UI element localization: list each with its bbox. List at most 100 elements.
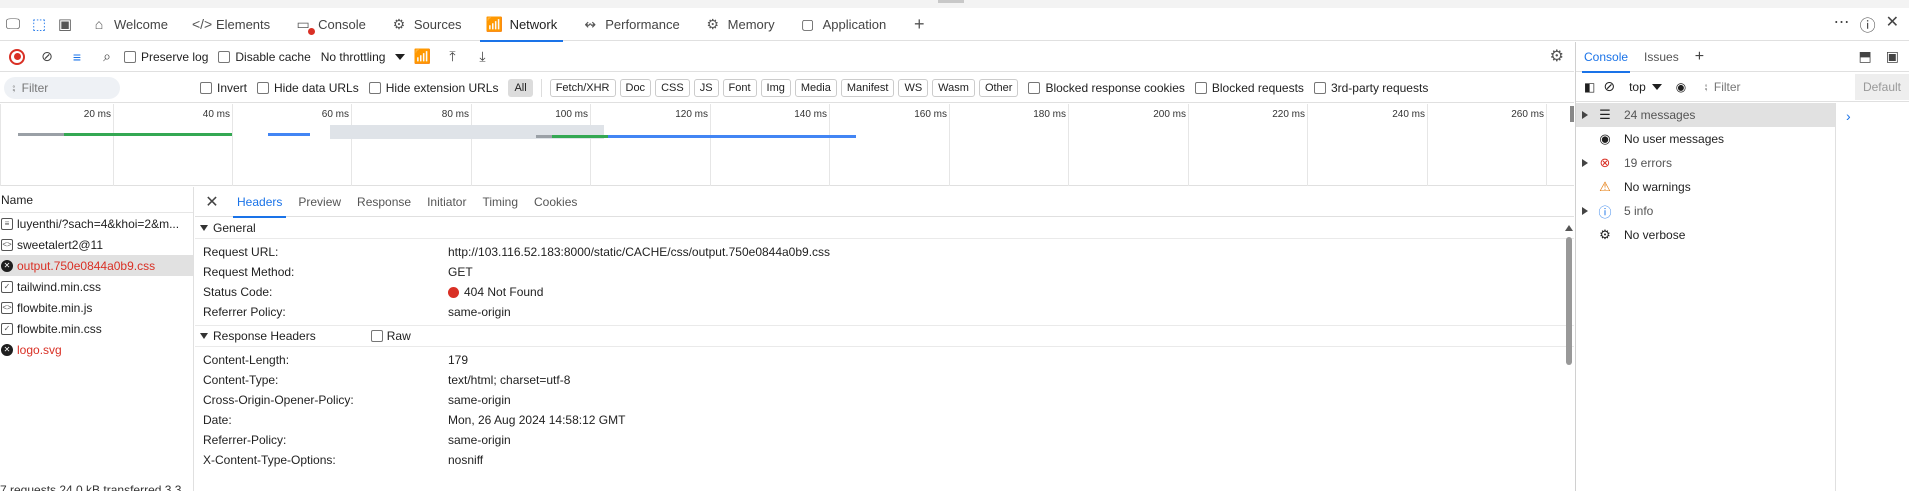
type-filter-all[interactable]: All bbox=[508, 78, 533, 97]
raw-checkbox[interactable]: Raw bbox=[370, 329, 411, 343]
checkbox-box[interactable] bbox=[124, 50, 136, 63]
type-filter-font[interactable]: Font bbox=[722, 78, 757, 97]
clear-icon[interactable]: ⊘ bbox=[34, 45, 60, 69]
dock-side-icon[interactable]: ▣ bbox=[52, 11, 78, 37]
sidebar-item-user-messages[interactable]: ◉ No user messages bbox=[1576, 127, 1835, 151]
network-settings-gear-icon[interactable]: ⚙ bbox=[1550, 46, 1564, 66]
log-levels-select[interactable]: Default bbox=[1854, 73, 1909, 100]
timeline-scroll-handle[interactable] bbox=[1570, 106, 1574, 122]
tab-application[interactable]: ▢ Application bbox=[787, 8, 899, 41]
general-section-header[interactable]: General bbox=[195, 217, 1574, 239]
sidebar-item-messages[interactable]: ☰ 24 messages bbox=[1576, 103, 1835, 127]
expand-arrow-icon[interactable] bbox=[1582, 207, 1588, 215]
tab-initiator[interactable]: Initiator bbox=[419, 187, 474, 217]
tab-welcome[interactable]: ⌂ Welcome bbox=[78, 8, 180, 41]
close-devtools-icon[interactable]: ✕ bbox=[1886, 12, 1899, 36]
tab-console-drawer[interactable]: Console bbox=[1576, 42, 1636, 73]
type-filter-ws[interactable]: WS bbox=[898, 78, 929, 97]
console-prompt-chevron-icon[interactable]: › bbox=[1846, 108, 1851, 124]
type-filter-css[interactable]: CSS bbox=[655, 78, 690, 97]
more-options-icon[interactable]: ⋯ bbox=[1834, 12, 1850, 36]
checkbox-box[interactable] bbox=[257, 81, 270, 94]
tab-timing[interactable]: Timing bbox=[474, 187, 526, 217]
network-conditions-icon[interactable]: 📶 bbox=[409, 45, 435, 69]
checkbox-box[interactable] bbox=[370, 330, 383, 342]
expand-arrow-icon[interactable] bbox=[1582, 159, 1588, 167]
tab-console[interactable]: ▭ Console bbox=[282, 8, 378, 41]
scroll-up-icon[interactable] bbox=[1565, 225, 1573, 231]
close-details-icon[interactable]: ✕ bbox=[195, 192, 229, 212]
network-overview-timeline[interactable]: 20 ms 40 ms 60 ms 80 ms 100 ms 120 ms 14… bbox=[0, 104, 1574, 186]
request-row[interactable]: ✓ flowbite.min.css bbox=[0, 318, 193, 339]
response-headers-section-header[interactable]: Response Headers Raw bbox=[195, 325, 1574, 347]
details-scrollbar[interactable] bbox=[1564, 225, 1574, 491]
type-filter-wasm[interactable]: Wasm bbox=[932, 78, 975, 97]
request-row[interactable]: ✕ logo.svg bbox=[0, 339, 193, 360]
hide-extension-urls-checkbox[interactable]: Hide extension URLs bbox=[368, 81, 498, 95]
hide-data-urls-checkbox[interactable]: Hide data URLs bbox=[257, 81, 359, 95]
tab-memory[interactable]: ⚙ Memory bbox=[692, 8, 787, 41]
request-row[interactable]: <> sweetalert2@11 bbox=[0, 234, 193, 255]
checkbox-box[interactable] bbox=[218, 50, 231, 63]
context-select[interactable]: top bbox=[1623, 80, 1668, 94]
type-filter-img[interactable]: Img bbox=[760, 78, 791, 97]
import-har-icon[interactable]: ⤒ bbox=[439, 45, 465, 69]
sidebar-item-warnings[interactable]: ⚠ No warnings bbox=[1576, 175, 1835, 199]
type-filter-fetch-xhr[interactable]: Fetch/XHR bbox=[549, 78, 616, 97]
export-har-icon[interactable]: ⤓ bbox=[469, 45, 495, 69]
tab-performance[interactable]: ↭ Performance bbox=[569, 8, 691, 41]
name-column-header[interactable]: Name bbox=[0, 187, 193, 213]
scroll-thumb[interactable] bbox=[1566, 237, 1572, 365]
type-filter-manifest[interactable]: Manifest bbox=[840, 78, 895, 97]
request-row[interactable]: ✕ output.750e0844a0b9.css bbox=[0, 255, 193, 276]
console-filter-input[interactable]: ⨟ Filter bbox=[1704, 79, 1814, 94]
preserve-log-checkbox[interactable]: Preserve log bbox=[124, 50, 208, 64]
type-filter-doc[interactable]: Doc bbox=[619, 78, 652, 97]
checkbox-box[interactable] bbox=[368, 81, 381, 94]
invert-checkbox[interactable]: Invert bbox=[200, 81, 247, 95]
checkbox-box[interactable] bbox=[1028, 81, 1041, 94]
checkbox-box[interactable] bbox=[1313, 81, 1326, 94]
stylesheet-icon: ✓ bbox=[1, 322, 13, 335]
type-filter-other[interactable]: Other bbox=[978, 78, 1019, 97]
sidebar-item-info[interactable]: ⓘ 5 info bbox=[1576, 199, 1835, 223]
request-row[interactable]: <> flowbite.min.js bbox=[0, 297, 193, 318]
search-icon[interactable]: ⌕ bbox=[94, 45, 120, 69]
help-icon[interactable]: ⓘ bbox=[1860, 12, 1876, 36]
tab-elements[interactable]: </> Elements bbox=[180, 8, 282, 41]
drag-grip[interactable] bbox=[938, 0, 964, 3]
toggle-drawer-icon[interactable]: ▣ bbox=[1886, 48, 1899, 65]
live-expression-eye-icon[interactable]: ◉ bbox=[1676, 80, 1686, 94]
tab-response[interactable]: Response bbox=[349, 187, 419, 217]
request-row[interactable]: ≡ luyenthi/?sach=4&khoi=2&m... bbox=[0, 213, 193, 234]
tab-cookies[interactable]: Cookies bbox=[526, 187, 585, 217]
tab-sources[interactable]: ⚙ Sources bbox=[378, 8, 474, 41]
tab-headers[interactable]: Headers bbox=[229, 187, 290, 218]
blocked-requests-checkbox[interactable]: Blocked requests bbox=[1194, 81, 1304, 95]
third-party-requests-checkbox[interactable]: 3rd-party requests bbox=[1313, 81, 1428, 95]
inspect-element-icon[interactable]: ⬚ bbox=[26, 11, 52, 37]
checkbox-box[interactable] bbox=[200, 81, 212, 94]
clear-console-icon[interactable]: ⊘ bbox=[1603, 78, 1615, 95]
device-emulation-icon[interactable]: 🖵 bbox=[0, 11, 26, 37]
sidebar-toggle-icon[interactable]: ◧ bbox=[1584, 80, 1595, 94]
type-filter-js[interactable]: JS bbox=[693, 78, 719, 97]
checkbox-box[interactable] bbox=[1194, 81, 1207, 94]
record-button[interactable] bbox=[4, 45, 30, 69]
sidebar-item-verbose[interactable]: ⚙ No verbose bbox=[1576, 223, 1835, 247]
request-row[interactable]: ✓ tailwind.min.css bbox=[0, 276, 193, 297]
sidebar-item-errors[interactable]: ⊗ 19 errors bbox=[1576, 151, 1835, 175]
expand-arrow-icon[interactable] bbox=[1582, 111, 1588, 119]
blocked-response-cookies-checkbox[interactable]: Blocked response cookies bbox=[1028, 81, 1185, 95]
tab-issues[interactable]: Issues bbox=[1636, 42, 1687, 72]
dock-drawer-icon[interactable]: ⬒ bbox=[1859, 48, 1872, 65]
disable-cache-checkbox[interactable]: Disable cache bbox=[218, 50, 311, 64]
filter-toggle-icon[interactable]: ≡ bbox=[64, 45, 90, 69]
tab-network[interactable]: 📶 Network bbox=[474, 8, 570, 42]
add-drawer-tab-icon[interactable]: + bbox=[1687, 48, 1712, 66]
throttling-select[interactable]: No throttling bbox=[321, 50, 406, 64]
type-filter-media[interactable]: Media bbox=[794, 78, 837, 97]
filter-input[interactable]: ⨟ Filter bbox=[4, 76, 120, 99]
tab-preview[interactable]: Preview bbox=[290, 187, 349, 217]
add-tab-button[interactable]: + bbox=[898, 8, 940, 41]
